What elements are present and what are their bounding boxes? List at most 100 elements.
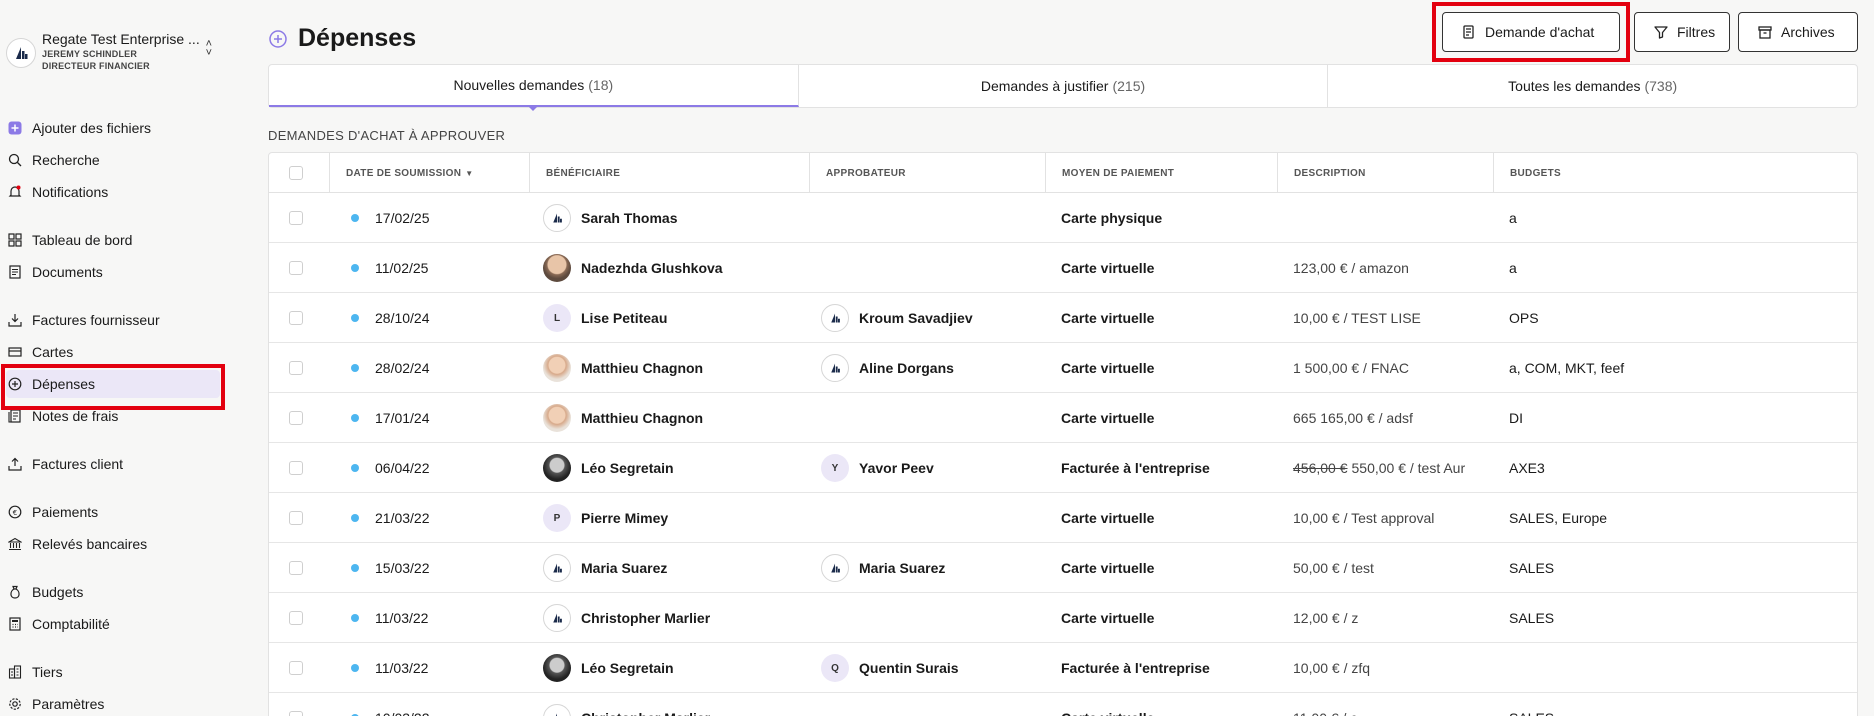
budgets-cell: SALES [1509,560,1555,576]
sidebar-item-factures-fournisseur[interactable]: Factures fournisseur [6,306,220,334]
submission-date: 28/10/24 [375,310,430,326]
description-text: 550,00 € / test Aur [1351,460,1466,476]
table-row[interactable]: 06/04/22 Léo Segretain Y Yavor Peev Facturée… [269,443,1857,493]
table-row[interactable]: 17/01/24 Matthieu Chagnon Carte virtuelle 6… [269,393,1857,443]
tab-toutes-les-demandes[interactable]: Toutes les demandes (738) [1328,65,1857,107]
table-row[interactable]: 17/02/25 Sarah Thomas Carte physique a [269,193,1857,243]
column-budgets: BUDGETS [1493,153,1857,193]
archive-box-icon [1757,24,1773,40]
table-row[interactable]: 28/10/24 L Lise Petiteau Kroum Savadjiev Car… [269,293,1857,343]
table-row[interactable]: 10/03/22 Christopher Marlier Carte virtuel… [269,693,1857,716]
sidebar-item-budgets[interactable]: Budgets [6,578,220,606]
sidebar-item-label: Budgets [32,584,84,600]
plus-square-icon [6,119,24,137]
select-all-checkbox[interactable] [289,166,303,180]
beneficiary-name: Pierre Mimey [581,510,669,526]
budgets-cell: a [1509,210,1517,226]
sidebar-item-paiements[interactable]: € Paiements [6,498,220,526]
tab-demandes-a-justifier[interactable]: Demandes à justifier (215) [799,65,1329,107]
photo-avatar [543,654,571,682]
sidebar-item-label: Paiements [32,504,99,520]
sidebar-item-notifications[interactable]: Notifications [6,178,220,206]
sidebar-item-notes-de-frais[interactable]: Notes de frais [6,402,220,430]
table-row[interactable]: 28/02/24 Matthieu Chagnon Aline Dorgans Car… [269,343,1857,393]
description-cell: 665 165,00 € / adsf [1293,393,1493,443]
gear-icon [6,695,24,713]
row-checkbox[interactable] [289,261,303,275]
table-row[interactable]: 15/03/22 Maria Suarez Maria Suarez Carte vi… [269,543,1857,593]
column-approver: APPROBATEUR [809,153,1045,193]
archives-button[interactable]: Archives [1738,12,1858,52]
company-logo-avatar [543,554,571,582]
status-dot [351,564,359,572]
status-dot [351,414,359,422]
company-logo-avatar [543,604,571,632]
user-role: DIRECTEUR FINANCIER [42,61,150,71]
sidebar-item-cartes[interactable]: Cartes [6,338,220,366]
description-cell: 10,00 € / Test approval [1293,493,1493,543]
tab-nouvelles-demandes[interactable]: Nouvelles demandes (18) [269,65,799,111]
sidebar-item-documents[interactable]: Documents [6,258,220,286]
receipt-icon [6,407,24,425]
row-checkbox[interactable] [289,511,303,525]
description-text: 123,00 € / amazon [1293,260,1409,276]
description-cell: 10,00 € / zfq [1293,643,1493,693]
table-row[interactable]: 11/03/22 Léo Segretain Q Quentin Surais Fact… [269,643,1857,693]
status-dot [351,264,359,272]
status-dot [351,614,359,622]
sidebar-item-depenses[interactable]: Dépenses [6,370,220,398]
main-content: Dépenses Demande d'achat Filtres Archive… [238,0,1874,716]
row-select [289,443,303,493]
download-tray-icon [6,311,24,329]
row-checkbox[interactable] [289,561,303,575]
row-checkbox[interactable] [289,411,303,425]
org-switcher[interactable]: Regate Test Enterprise ... JEREMY SCHIND… [6,30,226,76]
row-checkbox[interactable] [289,461,303,475]
filters-button[interactable]: Filtres [1634,12,1730,52]
payment-method-cell: Carte physique [1061,210,1163,226]
initial-avatar: Q [821,654,849,682]
sidebar-item-releves-bancaires[interactable]: Relevés bancaires [6,530,220,558]
column-date[interactable]: DATE DE SOUMISSION ▼ [329,153,529,193]
submission-date: 06/04/22 [375,460,430,476]
sidebar-item-comptabilite[interactable]: Comptabilité [6,610,220,638]
row-checkbox[interactable] [289,661,303,675]
sidebar-item-label: Notes de frais [32,408,119,424]
tabs: Nouvelles demandes (18) Demandes à justif… [268,64,1858,111]
status-dot [351,514,359,522]
sidebar-item-ajouter-des-fichiers[interactable]: Ajouter des fichiers [6,114,220,142]
money-bag-icon [6,583,24,601]
company-logo-avatar [543,204,571,232]
table-row[interactable]: 21/03/22 P Pierre Mimey Carte virtuelle 10,0… [269,493,1857,543]
sidebar-item-parametres[interactable]: Paramètres [6,690,220,716]
sidebar-item-tableau-de-bord[interactable]: Tableau de bord [6,226,220,254]
photo-avatar [543,404,571,432]
beneficiary-cell: P Pierre Mimey [543,493,668,543]
sidebar-item-label: Comptabilité [32,616,110,632]
row-checkbox[interactable] [289,311,303,325]
status-dot [351,214,359,222]
description-cell: 123,00 € / amazon [1293,243,1493,293]
sidebar-item-tiers[interactable]: Tiers [6,658,220,686]
tab-label: Nouvelles demandes [453,77,585,93]
column-date-label: DATE DE SOUMISSION [346,167,462,179]
status-dot [351,314,359,322]
beneficiary-name: Sarah Thomas [581,210,678,226]
approver-cell: Q Quentin Surais [821,643,959,693]
sidebar-item-factures-client[interactable]: Factures client [6,450,220,478]
receipt-icon [1461,24,1477,40]
payment-method-cell: Carte virtuelle [1061,560,1155,576]
table-row[interactable]: 11/03/22 Christopher Marlier Carte virtuel… [269,593,1857,643]
beneficiary-name: Léo Segretain [581,460,674,476]
row-checkbox[interactable] [289,361,303,375]
payment-method-cell: Carte virtuelle [1061,310,1155,326]
submission-date: 15/03/22 [375,560,430,576]
purchase-requests-table: DATE DE SOUMISSION ▼ BÉNÉFICIAIRE APPROB… [268,152,1858,716]
row-checkbox[interactable] [289,711,303,716]
purchase-request-button[interactable]: Demande d'achat [1442,12,1620,52]
row-checkbox[interactable] [289,611,303,625]
page-title: Dépenses [298,24,417,52]
sidebar-item-recherche[interactable]: Recherche [6,146,220,174]
table-row[interactable]: 11/02/25 Nadezhda Glushkova Carte virtuell… [269,243,1857,293]
row-checkbox[interactable] [289,211,303,225]
